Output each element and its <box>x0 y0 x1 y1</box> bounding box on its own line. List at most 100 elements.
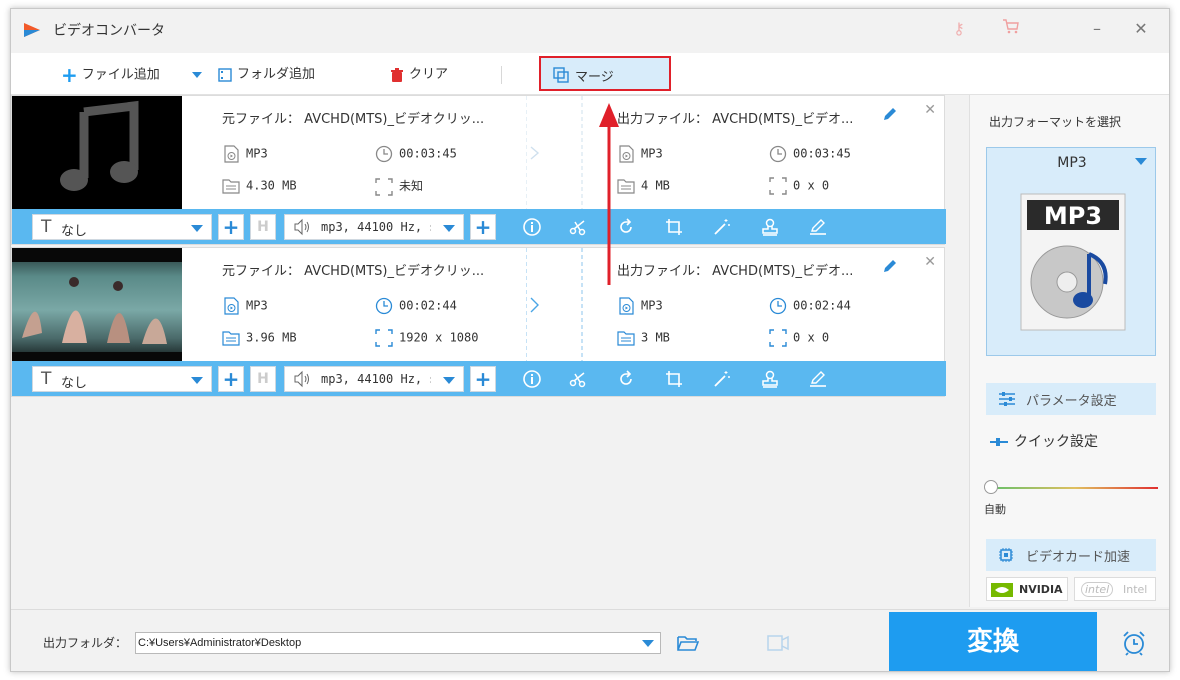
source-format-value: MP3 <box>246 298 268 313</box>
open-folder-icon[interactable] <box>677 634 699 652</box>
source-size-value: 3.96 MB <box>246 330 297 345</box>
add-subtitle-button[interactable]: + <box>218 366 244 392</box>
add-folder-button[interactable]: フォルダ追加 <box>217 64 315 86</box>
chevron-down-icon <box>642 640 654 647</box>
edit-subtitle-icon[interactable] <box>808 369 828 389</box>
clear-button[interactable]: クリア <box>389 64 448 86</box>
add-file-dropdown[interactable] <box>191 64 203 86</box>
slider-auto-label: 自動 <box>984 503 1006 516</box>
watermark-icon[interactable] <box>760 369 780 389</box>
quick-settings: クイック設定 <box>990 431 1098 451</box>
speaker-icon <box>293 370 311 391</box>
trash-icon <box>391 67 403 82</box>
file-list: 元ファイル： AVCHD(MTS)_ビデオクリッ... MP3 00:03:45… <box>11 95 946 609</box>
parameter-settings-label: パラメータ設定 <box>1026 394 1117 409</box>
file-play-icon <box>619 297 634 315</box>
source-resolution: 1920 x 1080 <box>375 329 478 347</box>
text-icon: T <box>41 369 52 389</box>
output-duration-value: 00:02:44 <box>793 298 851 313</box>
output-duration: 00:02:44 <box>769 297 851 315</box>
sliders-icon <box>999 392 1015 406</box>
audio-track-select[interactable]: mp3, 44100 Hz, s <box>284 366 464 392</box>
item-toolbar: T なし + H mp3, 44100 Hz, s + <box>12 361 946 396</box>
title-bar: ビデオコンバータ ⚷ – ✕ <box>11 9 1169 49</box>
plus-icon: + <box>61 63 78 87</box>
format-panel-body: 出力フォーマットを選択 MP3 MP3 パラメータ設定 クイック設定 自動 ビデ… <box>969 95 1169 607</box>
intel-label: Intel <box>1123 583 1148 596</box>
format-panel-title: 出力フォーマットを選択 <box>989 115 1122 129</box>
video-folder-icon[interactable] <box>767 634 789 652</box>
parameter-settings-button[interactable]: パラメータ設定 <box>986 383 1156 415</box>
chip-icon <box>999 548 1013 562</box>
mp3-format-icon: MP3 <box>1020 193 1126 331</box>
add-file-label: ファイル追加 <box>81 67 160 83</box>
output-folder-select[interactable]: C:¥Users¥Administrator¥Desktop <box>135 632 661 654</box>
alarm-clock-icon[interactable] <box>1121 630 1147 656</box>
info-glyph-icon <box>523 370 541 388</box>
folder-icon <box>617 331 635 346</box>
quality-slider-track[interactable] <box>992 487 1158 489</box>
scissors-icon[interactable] <box>568 369 588 389</box>
convert-button[interactable]: 変換 <box>889 612 1097 671</box>
source-size: 3.96 MB <box>222 329 297 347</box>
add-folder-label: フォルダ追加 <box>237 67 316 82</box>
stamp-glyph-icon <box>762 370 778 388</box>
minimize-button[interactable]: – <box>1083 17 1111 41</box>
slider-icon <box>990 438 1008 446</box>
audio-track-value: mp3, 44100 Hz, s <box>321 372 431 386</box>
format-name: MP3 <box>1057 155 1087 171</box>
merge-label: マージ <box>575 70 614 85</box>
clock-icon <box>375 297 393 315</box>
wand-glyph-icon <box>714 371 730 387</box>
add-file-button[interactable]: + ファイル追加 <box>61 64 160 86</box>
output-size-value: 3 MB <box>641 330 670 345</box>
subtitle-value: なし <box>61 376 88 391</box>
subtitle-select[interactable]: T なし <box>32 366 212 392</box>
info-icon[interactable] <box>522 369 542 389</box>
output-resolution-value: 0 x 0 <box>793 330 830 345</box>
output-resolution: 0 x 0 <box>769 329 829 347</box>
close-window-button[interactable]: ✕ <box>1127 17 1155 41</box>
nvidia-option[interactable]: NVIDIA <box>986 577 1068 601</box>
rotate-glyph-icon <box>620 370 632 385</box>
resolution-icon <box>375 329 393 347</box>
output-format-value: MP3 <box>641 298 663 313</box>
toolbar: + ファイル追加 フォルダ追加 クリア マージ <box>11 53 1169 95</box>
film-folder-icon <box>218 67 232 82</box>
merge-icon <box>553 67 569 83</box>
hardsub-icon[interactable]: H <box>250 366 276 392</box>
toolbar-divider <box>501 66 502 84</box>
chevron-down-icon <box>1135 158 1147 165</box>
output-folder-label: 出力フォルダ： <box>43 636 128 650</box>
nvidia-logo-icon <box>991 583 1013 597</box>
cart-icon[interactable] <box>997 17 1025 41</box>
crop-glyph-icon <box>666 371 682 387</box>
output-format-panel: 出力フォーマットを選択 MP3 MP3 パラメータ設定 クイック設定 自動 ビデ… <box>969 95 1169 609</box>
video-card-acceleration-button[interactable]: ビデオカード加速 <box>986 539 1156 571</box>
annotation-arrow-icon <box>599 103 619 285</box>
quality-slider-handle[interactable] <box>984 480 998 494</box>
source-duration: 00:02:44 <box>375 297 457 315</box>
source-resolution-value: 1920 x 1080 <box>399 330 479 345</box>
folder-icon <box>222 331 240 346</box>
source-duration-value: 00:02:44 <box>399 298 457 313</box>
add-audio-button[interactable]: + <box>470 366 496 392</box>
resolution-icon <box>769 329 787 347</box>
merge-button[interactable]: マージ <box>539 56 671 91</box>
rotate-icon[interactable] <box>616 369 636 389</box>
scissors-glyph-icon <box>569 372 586 388</box>
app-window: ビデオコンバータ ⚷ – ✕ + ファイル追加 フォルダ追加 クリア マージ 元… <box>10 8 1170 672</box>
output-format: MP3 <box>617 297 663 315</box>
chevron-down-icon <box>443 377 455 384</box>
magic-wand-icon[interactable] <box>712 369 732 389</box>
crop-icon[interactable] <box>664 369 684 389</box>
output-size: 3 MB <box>617 329 670 347</box>
format-selector[interactable]: MP3 MP3 <box>986 147 1156 356</box>
intel-logo-icon: intel <box>1081 582 1114 597</box>
clock-icon <box>769 297 787 315</box>
key-icon[interactable]: ⚷ <box>945 17 973 41</box>
output-folder-path: C:¥Users¥Administrator¥Desktop <box>138 637 302 649</box>
quick-settings-label: クイック設定 <box>1014 434 1098 450</box>
intel-option[interactable]: intel Intel <box>1074 577 1156 601</box>
video-card-label: ビデオカード加速 <box>1026 550 1131 565</box>
